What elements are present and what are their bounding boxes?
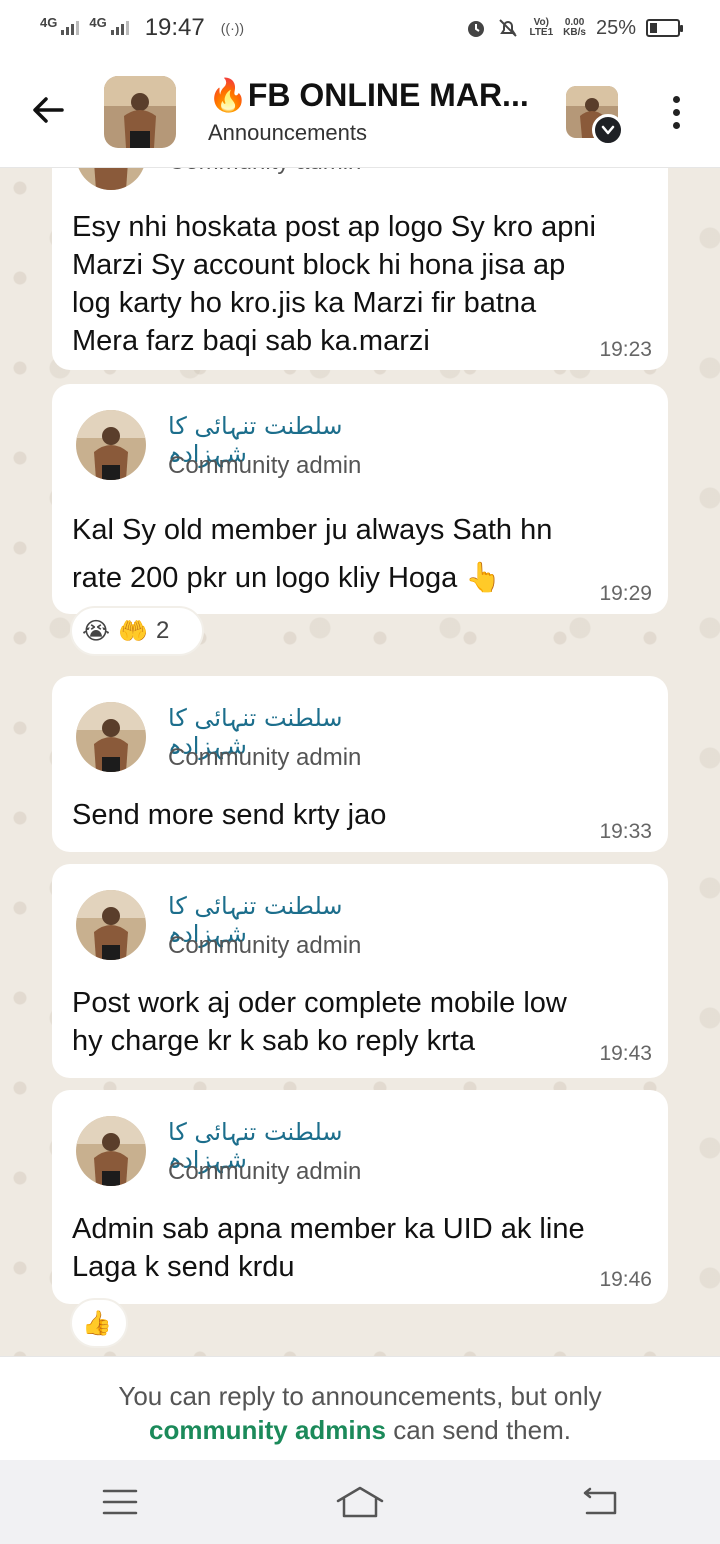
chevron-down-icon bbox=[601, 125, 615, 135]
message-line: Laga k send krdu bbox=[72, 1251, 295, 1283]
message-text: Post work aj oder complete mobile low hy… bbox=[72, 984, 567, 1060]
status-bar: 4G 4G 19:47 ((·)) Vo) LTE1 0.00 KB/s 25% bbox=[0, 0, 720, 56]
avatar[interactable] bbox=[76, 168, 146, 190]
message-line: Post work aj oder complete mobile low bbox=[72, 987, 567, 1019]
sender-role: Community admin bbox=[168, 932, 362, 959]
message-line: Esy nhi hoskata post ap logo Sy kro apni bbox=[72, 211, 596, 243]
network-label-1: 4G bbox=[40, 14, 58, 30]
more-vert-dot bbox=[672, 108, 680, 116]
message-line: log karty ho kro.jis ka Marzi fir batna bbox=[72, 287, 537, 319]
message-text: Kal Sy old member ju always Sath hn rate… bbox=[72, 506, 552, 602]
system-nav-bar bbox=[0, 1460, 720, 1544]
back-button[interactable] bbox=[26, 88, 70, 132]
battery-icon bbox=[646, 19, 683, 37]
community-admins-link[interactable]: community admins bbox=[149, 1415, 386, 1445]
signal-icon bbox=[61, 21, 80, 35]
community-avatar[interactable] bbox=[104, 76, 176, 148]
more-vert-icon bbox=[672, 95, 680, 103]
sender-row: سلطنت تنہائی کا شہزادہ Community admin bbox=[76, 1114, 636, 1188]
avatar[interactable] bbox=[76, 890, 146, 960]
message-bubble[interactable]: سلطنت تنہائی کا شہزادہ Community admin A… bbox=[52, 1090, 668, 1304]
sender-role: Community admin bbox=[168, 452, 362, 479]
back-nav-icon bbox=[583, 1487, 617, 1515]
message-line: rate 200 pkr un logo kliy Hoga 👆 bbox=[72, 562, 502, 594]
avatar[interactable] bbox=[76, 702, 146, 772]
message-text: Esy nhi hoskata post ap logo Sy kro apni… bbox=[72, 208, 596, 360]
signal-icon-2 bbox=[110, 21, 129, 35]
network-label-2: 4G bbox=[89, 14, 107, 30]
sender-role: Community admin bbox=[168, 744, 362, 771]
alarm-icon bbox=[465, 17, 487, 39]
message-time: 19:23 bbox=[599, 338, 652, 361]
message-bubble[interactable]: سلطنت تنہائی کا شہزادہ Community admin P… bbox=[52, 864, 668, 1078]
battery-percent: 25% bbox=[595, 16, 636, 39]
announcement-note: You can reply to announcements, but only… bbox=[0, 1356, 720, 1460]
sender-row: سلطنت تنہائی کا شہزادہ Community admin bbox=[76, 408, 636, 482]
status-right: Vo) LTE1 0.00 KB/s 25% bbox=[465, 16, 683, 40]
home-button[interactable] bbox=[320, 1472, 400, 1532]
sender-role: Community admin bbox=[168, 168, 361, 176]
note-line-1: You can reply to announcements, but only bbox=[118, 1381, 602, 1411]
message-line: Marzi Sy account block hi hona jisa ap bbox=[72, 249, 566, 281]
avatar[interactable] bbox=[76, 410, 146, 480]
message-text: Send more send krty jao bbox=[72, 796, 386, 834]
sender-role: Community admin bbox=[168, 1158, 362, 1185]
message-line: Mera farz baqi sab ka.marzi bbox=[72, 325, 430, 357]
fire-emoji: 🔥 bbox=[208, 77, 248, 113]
note-line-2: community admins can send them. bbox=[0, 1413, 720, 1447]
clock: 19:47 bbox=[144, 14, 205, 41]
message-time: 19:33 bbox=[599, 820, 652, 843]
menu-icon bbox=[102, 1489, 138, 1515]
lte-label: LTE1 bbox=[529, 27, 554, 38]
message-bubble[interactable]: سلطنت تنہائی کا شہزادہ Community admin S… bbox=[52, 676, 668, 852]
community-subtitle: Announcements bbox=[208, 120, 367, 145]
message-time: 19:46 bbox=[599, 1268, 652, 1291]
more-vert-dot bbox=[672, 121, 680, 129]
reaction-emoji: 👍 bbox=[82, 1309, 112, 1337]
sender-row: Community admin bbox=[76, 168, 636, 192]
sender-row: سلطنت تنہائی کا شہزادہ Community admin bbox=[76, 700, 636, 774]
speed-unit: KB/s bbox=[563, 27, 586, 38]
message-line: Admin sab apna member ka UID ak line bbox=[72, 1213, 585, 1245]
reaction-pill[interactable]: 👍 bbox=[70, 1298, 128, 1348]
reaction-emoji: 😭 bbox=[82, 617, 111, 645]
reaction-count: 2 bbox=[155, 617, 170, 644]
reaction-emoji: 🤲 bbox=[118, 617, 148, 645]
status-left: 4G 4G 19:47 ((·)) bbox=[40, 14, 244, 42]
message-line: Send more send krty jao bbox=[72, 799, 387, 831]
title-text: FB ONLINE MAR... bbox=[247, 77, 529, 113]
mute-icon bbox=[497, 17, 519, 39]
reaction-pill[interactable]: 😭 🤲 2 bbox=[70, 606, 204, 656]
message-time: 19:43 bbox=[599, 1042, 652, 1065]
message-bubble[interactable]: Community admin Esy nhi hoskata post ap … bbox=[52, 168, 668, 370]
back-arrow-icon bbox=[33, 97, 64, 123]
volte-indicator: Vo) LTE1 bbox=[529, 18, 553, 38]
hotspot-icon: ((·)) bbox=[220, 20, 245, 36]
chat-header: 🔥FB ONLINE MAR... Announcements bbox=[0, 56, 720, 168]
message-line: hy charge kr k sab ko reply krta bbox=[72, 1025, 475, 1057]
battery-fill bbox=[650, 23, 657, 33]
message-text: Admin sab apna member ka UID ak line Lag… bbox=[72, 1210, 585, 1286]
back-nav-button[interactable] bbox=[560, 1472, 640, 1532]
community-title[interactable]: 🔥FB ONLINE MAR... bbox=[208, 76, 548, 114]
message-bubble[interactable]: سلطنت تنہائی کا شہزادہ Community admin K… bbox=[52, 384, 668, 614]
avatar[interactable] bbox=[76, 1116, 146, 1186]
sender-row: سلطنت تنہائی کا شہزادہ Community admin bbox=[76, 888, 636, 962]
speed-indicator: 0.00 KB/s bbox=[563, 18, 586, 38]
message-line: Kal Sy old member ju always Sath hn bbox=[72, 514, 553, 546]
chat-area[interactable]: Community admin Esy nhi hoskata post ap … bbox=[0, 168, 720, 1356]
recents-button[interactable] bbox=[80, 1472, 160, 1532]
message-time: 19:29 bbox=[599, 582, 652, 605]
note-suffix: can send them. bbox=[385, 1415, 571, 1445]
switch-group-button[interactable] bbox=[592, 114, 624, 146]
more-options-button[interactable] bbox=[660, 90, 692, 134]
home-icon bbox=[336, 1486, 384, 1518]
